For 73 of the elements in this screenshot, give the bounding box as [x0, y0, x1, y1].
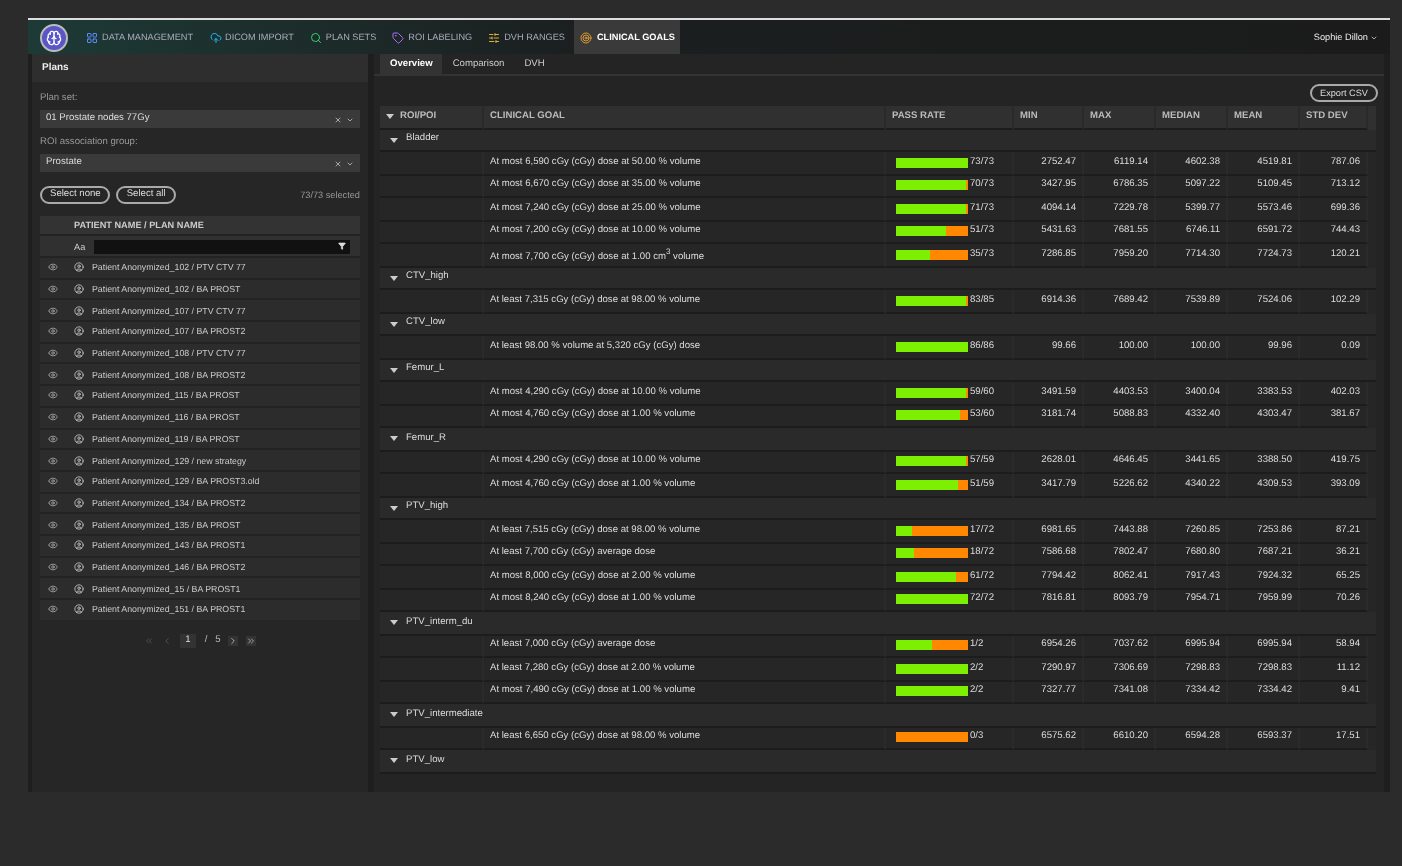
pass-rate-bar: [896, 640, 968, 651]
sliders-icon: [488, 31, 501, 43]
pass-rate-bar: [896, 686, 968, 697]
search-icon: [309, 31, 322, 43]
caret-icon[interactable]: [390, 710, 398, 719]
grid-icon: [86, 31, 98, 43]
user-circle-icon: [74, 348, 84, 359]
eye-icon[interactable]: [48, 433, 58, 444]
eye-icon[interactable]: [48, 604, 58, 615]
caret-icon[interactable]: [390, 618, 398, 627]
caret-icon[interactable]: [390, 503, 398, 512]
cloud-upload-icon: [209, 31, 222, 43]
caret-icon[interactable]: [386, 112, 394, 121]
pass-rate-bar: [896, 387, 968, 398]
user-circle-icon: [74, 412, 84, 423]
pass-rate-bar: [896, 456, 968, 467]
eye-icon[interactable]: [48, 540, 58, 551]
user-circle-icon: [74, 519, 84, 530]
user-circle-icon: [74, 561, 84, 572]
pass-rate-bar: [896, 479, 968, 490]
next-page-button[interactable]: [228, 635, 239, 646]
eye-icon[interactable]: [48, 262, 58, 273]
user-circle-icon: [74, 497, 84, 508]
pass-rate-bar: [896, 548, 968, 559]
logo-icon: [40, 23, 68, 51]
eye-icon[interactable]: [48, 369, 58, 380]
user-circle-icon: [74, 262, 84, 273]
pass-rate-bar: [896, 341, 968, 352]
user-circle-icon: [74, 476, 84, 487]
eye-icon[interactable]: [48, 412, 58, 423]
eye-icon[interactable]: [48, 455, 58, 466]
target-icon: [580, 31, 593, 43]
caret-icon[interactable]: [390, 434, 398, 443]
user-circle-icon: [74, 540, 84, 551]
pass-rate-bar: [896, 594, 968, 605]
pass-rate-bar: [896, 410, 968, 421]
caret-icon[interactable]: [390, 756, 398, 765]
user-circle-icon: [74, 455, 84, 466]
eye-icon[interactable]: [48, 583, 58, 594]
caret-icon[interactable]: [390, 273, 398, 282]
eye-icon[interactable]: [48, 561, 58, 572]
eye-icon[interactable]: [48, 390, 58, 401]
tag-icon: [392, 31, 405, 43]
eye-icon[interactable]: [48, 326, 58, 337]
eye-icon[interactable]: [48, 305, 58, 316]
pass-rate-bar: [896, 249, 968, 260]
last-page-button[interactable]: [246, 635, 257, 646]
eye-icon[interactable]: [48, 497, 58, 508]
user-circle-icon: [74, 305, 84, 316]
eye-icon[interactable]: [48, 519, 58, 530]
user-circle-icon: [74, 326, 84, 337]
pass-rate-bar: [896, 226, 968, 237]
pass-rate-bar: [896, 157, 968, 168]
user-circle-icon: [74, 604, 84, 615]
caret-icon[interactable]: [390, 365, 398, 374]
user-circle-icon: [74, 284, 84, 295]
user-circle-icon: [74, 369, 84, 380]
eye-icon[interactable]: [48, 476, 58, 487]
pass-rate-bar: [896, 663, 968, 674]
pass-rate-bar: [896, 203, 968, 214]
pass-rate-bar: [896, 295, 968, 306]
pass-rate-bar: [896, 525, 968, 536]
caret-icon[interactable]: [390, 319, 398, 328]
filter-field[interactable]: [93, 239, 350, 253]
user-circle-icon: [74, 390, 84, 401]
filter-icon[interactable]: [338, 242, 346, 250]
pass-rate-bar: [896, 180, 968, 191]
eye-icon[interactable]: [48, 284, 58, 295]
pass-rate-bar: [896, 571, 968, 582]
user-circle-icon: [74, 433, 84, 444]
eye-icon[interactable]: [48, 348, 58, 359]
caret-icon[interactable]: [390, 135, 398, 144]
user-circle-icon: [74, 583, 84, 594]
